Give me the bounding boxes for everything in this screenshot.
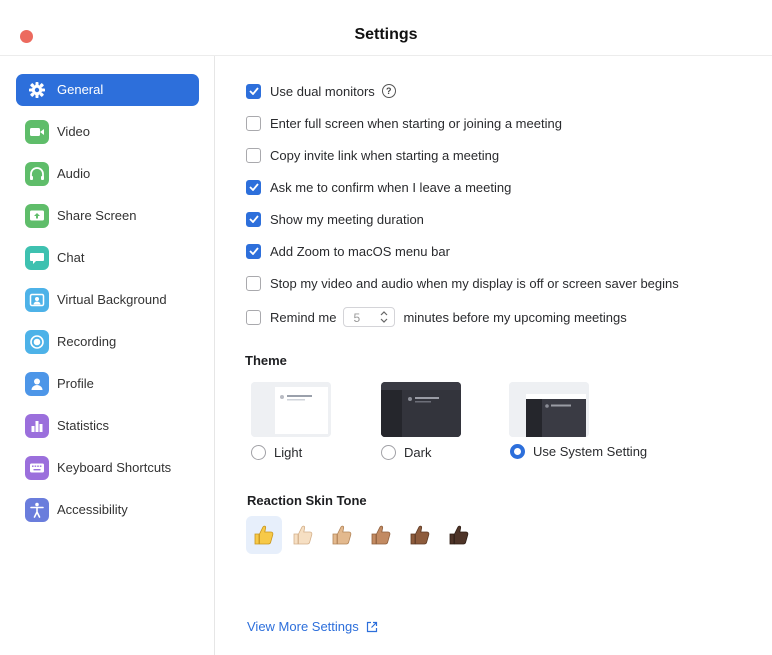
option-copy-invite-link[interactable]: Copy invite link when starting a meeting <box>246 145 499 165</box>
sidebar-item-label: General <box>57 82 104 97</box>
checkbox[interactable] <box>246 179 261 195</box>
sidebar-item-label: Profile <box>57 376 94 391</box>
skin-tone-medium-light[interactable] <box>324 516 360 554</box>
headphones-icon <box>25 162 49 186</box>
option-label: Remind me <box>270 309 337 325</box>
bar-chart-icon <box>25 414 49 438</box>
theme-option-light[interactable]: Light <box>251 442 302 462</box>
option-stop-video-audio[interactable]: Stop my video and audio when my display … <box>246 273 679 293</box>
sidebar-item-label: Virtual Background <box>57 292 167 307</box>
radio-button[interactable] <box>510 443 525 459</box>
option-dual-monitors[interactable]: Use dual monitors ? <box>246 81 396 101</box>
sidebar-item-chat[interactable]: Chat <box>16 242 199 274</box>
theme-label: Dark <box>404 444 432 460</box>
thumbs-up-icon <box>293 525 313 545</box>
sidebar-item-audio[interactable]: Audio <box>16 158 199 190</box>
option-meeting-duration[interactable]: Show my meeting duration <box>246 209 424 229</box>
video-camera-icon <box>25 120 49 144</box>
help-icon[interactable]: ? <box>381 84 396 98</box>
skin-tone-light[interactable] <box>285 516 321 554</box>
option-menu-bar[interactable]: Add Zoom to macOS menu bar <box>246 241 450 261</box>
option-label: Copy invite link when starting a meeting <box>270 147 500 163</box>
sidebar-item-video[interactable]: Video <box>16 116 199 148</box>
thumbs-up-icon <box>449 525 469 545</box>
skin-tone-medium[interactable] <box>363 516 399 554</box>
skin-tone-dark[interactable] <box>441 516 477 554</box>
chat-bubble-icon <box>25 246 49 270</box>
thumbs-up-icon <box>410 525 430 545</box>
view-more-settings-link[interactable]: View More Settings <box>247 619 378 634</box>
remind-minutes-stepper[interactable]: 5 <box>343 307 396 327</box>
person-icon <box>25 372 49 396</box>
theme-option-system[interactable]: Use System Setting <box>510 441 647 461</box>
title-bar: Settings <box>0 0 772 56</box>
option-confirm-leave[interactable]: Ask me to confirm when I leave a meeting <box>246 177 511 197</box>
sidebar-item-virtual-background[interactable]: Virtual Background <box>16 284 199 316</box>
skin-tone-default[interactable] <box>246 516 282 554</box>
checkbox[interactable] <box>246 243 261 259</box>
option-label: Stop my video and audio when my display … <box>270 275 679 291</box>
stepper-arrows-icon[interactable] <box>379 309 389 325</box>
option-label: Use dual monitors <box>270 83 375 99</box>
sidebar-item-recording[interactable]: Recording <box>16 326 199 358</box>
sidebar-item-share-screen[interactable]: Share Screen <box>16 200 199 232</box>
radio-button[interactable] <box>381 444 396 460</box>
option-remind-me[interactable]: Remind me 5 minutes before my upcoming m… <box>246 307 627 327</box>
checkbox[interactable] <box>246 147 261 163</box>
sidebar-item-label: Keyboard Shortcuts <box>57 460 172 475</box>
general-settings-panel: Use dual monitors ? Enter full screen wh… <box>216 56 772 655</box>
option-label: Enter full screen when starting or joini… <box>270 115 562 131</box>
share-screen-icon <box>25 204 49 228</box>
theme-label: Light <box>274 444 303 460</box>
record-icon <box>25 330 49 354</box>
radio-button[interactable] <box>251 444 266 460</box>
sidebar-item-accessibility[interactable]: Accessibility <box>16 494 199 526</box>
option-label: Add Zoom to macOS menu bar <box>270 243 450 259</box>
theme-preview-dark[interactable] <box>381 382 461 437</box>
stepper-value: 5 <box>353 311 361 325</box>
theme-preview-light[interactable] <box>251 382 331 437</box>
theme-preview-system[interactable] <box>509 382 589 437</box>
option-label: minutes before my upcoming meetings <box>403 309 627 325</box>
sidebar-item-keyboard-shortcuts[interactable]: Keyboard Shortcuts <box>16 452 199 484</box>
thumbs-up-icon <box>254 525 274 545</box>
sidebar-item-label: Chat <box>57 250 85 265</box>
theme-section-title: Theme <box>245 353 287 368</box>
settings-sidebar: General Video Audio Share Screen Chat Vi… <box>0 56 215 655</box>
sidebar-item-statistics[interactable]: Statistics <box>16 410 199 442</box>
sidebar-item-profile[interactable]: Profile <box>16 368 199 400</box>
accessibility-icon <box>25 498 49 522</box>
option-full-screen[interactable]: Enter full screen when starting or joini… <box>246 113 562 133</box>
sidebar-item-label: Video <box>57 124 91 139</box>
thumbs-up-icon <box>332 525 352 545</box>
settings-window: Settings General Video Audio Share Scree… <box>0 0 772 655</box>
skin-tone-medium-dark[interactable] <box>402 516 438 554</box>
thumbs-up-icon <box>371 525 391 545</box>
sidebar-item-label: Share Screen <box>57 208 137 223</box>
theme-label: Use System Setting <box>533 443 648 459</box>
option-label: Ask me to confirm when I leave a meeting <box>270 179 512 195</box>
checkbox[interactable] <box>246 309 261 325</box>
checkbox[interactable] <box>246 275 261 291</box>
link-label: View More Settings <box>247 619 359 634</box>
window-title: Settings <box>354 26 418 43</box>
skin-tone-section-title: Reaction Skin Tone <box>247 493 367 508</box>
person-frame-icon <box>25 288 49 312</box>
keyboard-icon <box>25 456 49 480</box>
option-label: Show my meeting duration <box>270 211 424 227</box>
checkbox[interactable] <box>246 83 261 99</box>
checkbox[interactable] <box>246 115 261 131</box>
external-link-icon <box>366 621 377 632</box>
sidebar-item-label: Statistics <box>57 418 110 433</box>
theme-option-dark[interactable]: Dark <box>381 442 431 462</box>
sidebar-item-label: Audio <box>57 166 91 181</box>
checkbox[interactable] <box>246 211 261 227</box>
sidebar-item-label: Recording <box>57 334 117 349</box>
gear-icon <box>25 78 49 102</box>
sidebar-item-general[interactable]: General <box>16 74 199 106</box>
sidebar-item-label: Accessibility <box>57 502 128 517</box>
